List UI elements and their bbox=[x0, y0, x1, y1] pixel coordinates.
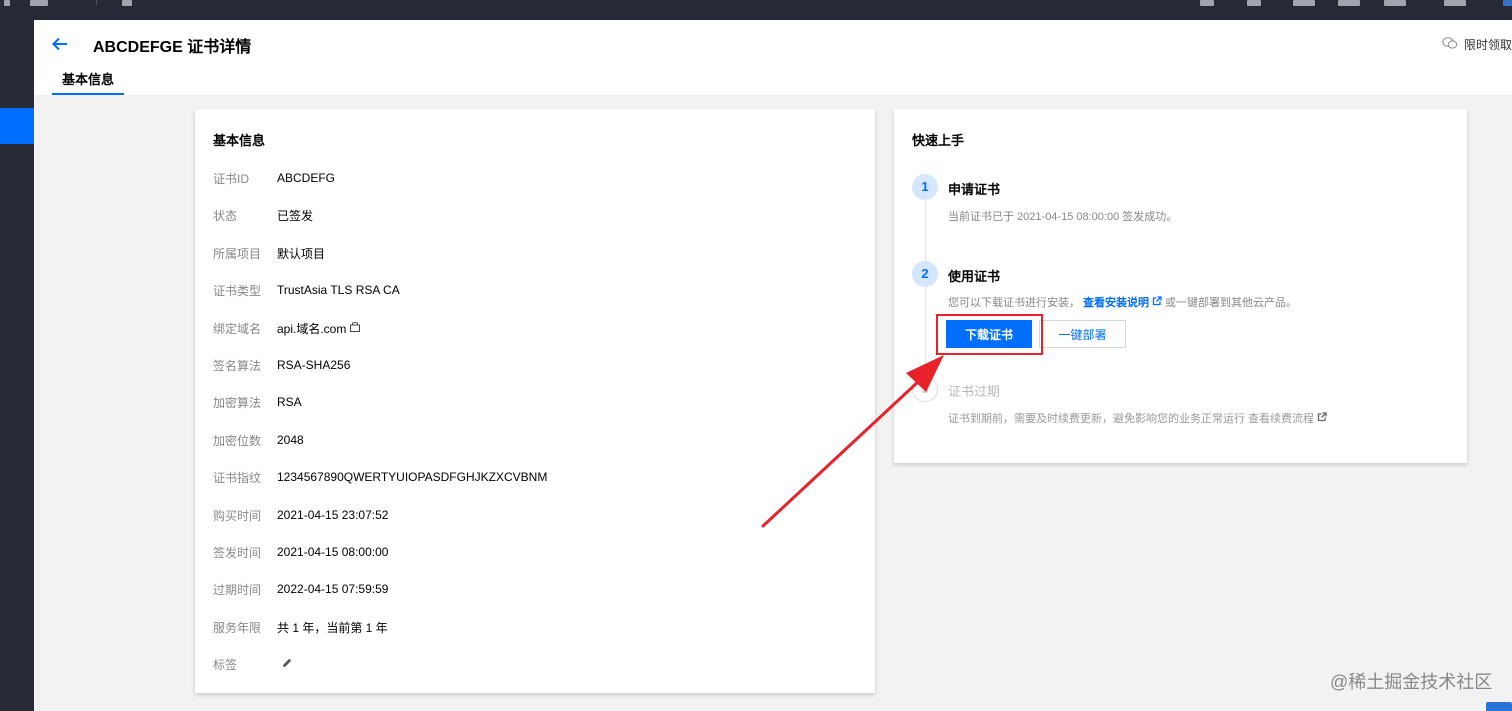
one-click-deploy-button[interactable]: 一键部署 bbox=[1039, 320, 1126, 348]
quick-start-title: 快速上手 bbox=[912, 133, 965, 148]
top-nav-separator bbox=[96, 0, 97, 5]
basic-info-card: 基本信息 证书ID ABCDEFG 状态 已签发 所属项目 默认项目 证书类型 … bbox=[195, 109, 875, 693]
top-nav-fragment bbox=[1384, 0, 1406, 6]
info-label: 过期时间 bbox=[213, 582, 262, 597]
edit-pencil-icon[interactable] bbox=[281, 657, 293, 672]
info-row-sign-algo: 签名算法 RSA-SHA256 bbox=[213, 357, 350, 373]
top-nav-fragment bbox=[4, 0, 10, 6]
info-label: 证书类型 bbox=[213, 283, 262, 298]
info-row-encrypt-algo: 加密算法 RSA bbox=[213, 394, 302, 410]
info-label: 加密算法 bbox=[213, 395, 262, 410]
promo-link[interactable]: 限时领取 bbox=[1442, 36, 1512, 53]
top-nav-bar bbox=[0, 0, 1512, 20]
top-nav-fragment bbox=[30, 0, 48, 6]
info-label: 绑定域名 bbox=[213, 321, 262, 336]
info-label: 加密位数 bbox=[213, 433, 262, 448]
info-row-cert-id: 证书ID ABCDEFG bbox=[213, 170, 335, 186]
help-widget[interactable] bbox=[1486, 702, 1512, 711]
info-row-cert-type: 证书类型 TrustAsia TLS RSA CA bbox=[213, 282, 400, 298]
top-nav-fragment bbox=[1247, 0, 1261, 6]
info-value: 已签发 bbox=[277, 208, 314, 223]
page-header: ABCDEFGE 证书详情 限时领取 基本信息 bbox=[34, 20, 1512, 95]
basic-info-title: 基本信息 bbox=[213, 133, 266, 148]
info-label: 证书ID bbox=[213, 171, 250, 186]
step-2-title: 使用证书 bbox=[948, 269, 1001, 284]
info-value: 默认项目 bbox=[277, 246, 326, 261]
top-nav-fragment bbox=[1503, 0, 1512, 6]
wechat-icon bbox=[1442, 36, 1458, 53]
info-label: 标签 bbox=[213, 657, 238, 672]
promo-text: 限时领取 bbox=[1463, 38, 1512, 52]
download-cert-button[interactable]: 下载证书 bbox=[946, 320, 1032, 348]
info-row-expire-time: 过期时间 2022-04-15 07:59:59 bbox=[213, 581, 388, 597]
info-label: 状态 bbox=[213, 208, 238, 223]
info-value: api.域名.com bbox=[277, 320, 361, 337]
step-2-desc-suffix: 或一键部署到其他云产品。 bbox=[1165, 297, 1297, 309]
top-nav-fragment bbox=[122, 0, 132, 6]
page-title: ABCDEFGE 证书详情 bbox=[93, 39, 252, 56]
info-label: 购买时间 bbox=[213, 508, 262, 523]
step-1-title: 申请证书 bbox=[948, 182, 1001, 197]
install-guide-link[interactable]: 查看安装说明 bbox=[1083, 294, 1149, 310]
info-row-service-years: 服务年限 共 1 年，当前第 1 年 bbox=[213, 619, 388, 635]
step-1-number: 1 bbox=[912, 174, 938, 200]
top-nav-fragment bbox=[1338, 0, 1360, 6]
step-2-desc: 您可以下载证书进行安装， 查看安装说明 或一键部署到其他云产品。 bbox=[948, 294, 1297, 310]
info-label: 签名算法 bbox=[213, 358, 262, 373]
info-value: 2048 bbox=[277, 433, 304, 447]
step-3-number: 3 bbox=[912, 376, 938, 402]
top-nav-fragment bbox=[1293, 0, 1315, 6]
info-value: RSA bbox=[277, 395, 302, 409]
info-label: 所属项目 bbox=[213, 246, 262, 261]
sidebar-active-item[interactable] bbox=[0, 108, 34, 144]
info-row-key-bits: 加密位数 2048 bbox=[213, 432, 304, 448]
step-1-desc: 当前证书已于 2021-04-15 08:00:00 签发成功。 bbox=[948, 211, 1178, 223]
info-label: 签发时间 bbox=[213, 545, 262, 560]
step-3-title: 证书过期 bbox=[948, 384, 1001, 399]
back-arrow-icon[interactable] bbox=[51, 35, 69, 53]
left-sidebar bbox=[0, 20, 34, 711]
top-nav-fragment bbox=[1200, 0, 1214, 6]
info-row-status: 状态 已签发 bbox=[213, 207, 313, 223]
info-row-purchase-time: 购买时间 2021-04-15 23:07:52 bbox=[213, 507, 388, 523]
watermark: @稀土掘金技术社区 bbox=[1330, 672, 1493, 692]
info-label: 服务年限 bbox=[213, 620, 262, 635]
info-value: 2022-04-15 07:59:59 bbox=[277, 582, 389, 596]
info-value bbox=[277, 657, 293, 672]
info-value: 1234567890QWERTYUIOPASDFGHJKZXCVBNM bbox=[277, 470, 548, 484]
info-value: 2021-04-15 08:00:00 bbox=[277, 545, 389, 559]
top-nav-fragment bbox=[1444, 0, 1466, 6]
info-value: TrustAsia TLS RSA CA bbox=[277, 283, 400, 297]
info-value: 2021-04-15 23:07:52 bbox=[277, 508, 389, 522]
info-row-domain: 绑定域名 api.域名.com bbox=[213, 320, 361, 336]
step-2-number: 2 bbox=[912, 261, 938, 287]
info-value: ABCDEFG bbox=[277, 171, 336, 185]
step-3-desc: 证书到期前，需要及时续费更新，避免影响您的业务正常运行 查看续费流程 bbox=[948, 410, 1327, 426]
info-row-issue-time: 签发时间 2021-04-15 08:00:00 bbox=[213, 544, 388, 560]
step-2-desc-prefix: 您可以下载证书进行安装， bbox=[948, 297, 1080, 309]
info-row-fingerprint: 证书指纹 1234567890QWERTYUIOPASDFGHJKZXCVBNM bbox=[213, 469, 547, 485]
quick-start-card: 快速上手 1 申请证书 当前证书已于 2021-04-15 08:00:00 签… bbox=[894, 109, 1467, 463]
step-3-desc-text: 证书到期前，需要及时续费更新，避免影响您的业务正常运行 查看续费流程 bbox=[948, 413, 1315, 425]
info-value: RSA-SHA256 bbox=[277, 358, 351, 372]
tab-basic-info[interactable]: 基本信息 bbox=[52, 64, 125, 95]
info-label: 证书指纹 bbox=[213, 470, 262, 485]
copy-icon[interactable] bbox=[349, 321, 361, 336]
domain-value: api.域名.com bbox=[277, 321, 347, 336]
info-value: 共 1 年，当前第 1 年 bbox=[277, 620, 388, 635]
info-row-tags: 标签 bbox=[213, 656, 293, 672]
external-link-icon[interactable] bbox=[1152, 295, 1162, 309]
external-link-icon[interactable] bbox=[1317, 411, 1327, 425]
info-row-project: 所属项目 默认项目 bbox=[213, 245, 325, 261]
